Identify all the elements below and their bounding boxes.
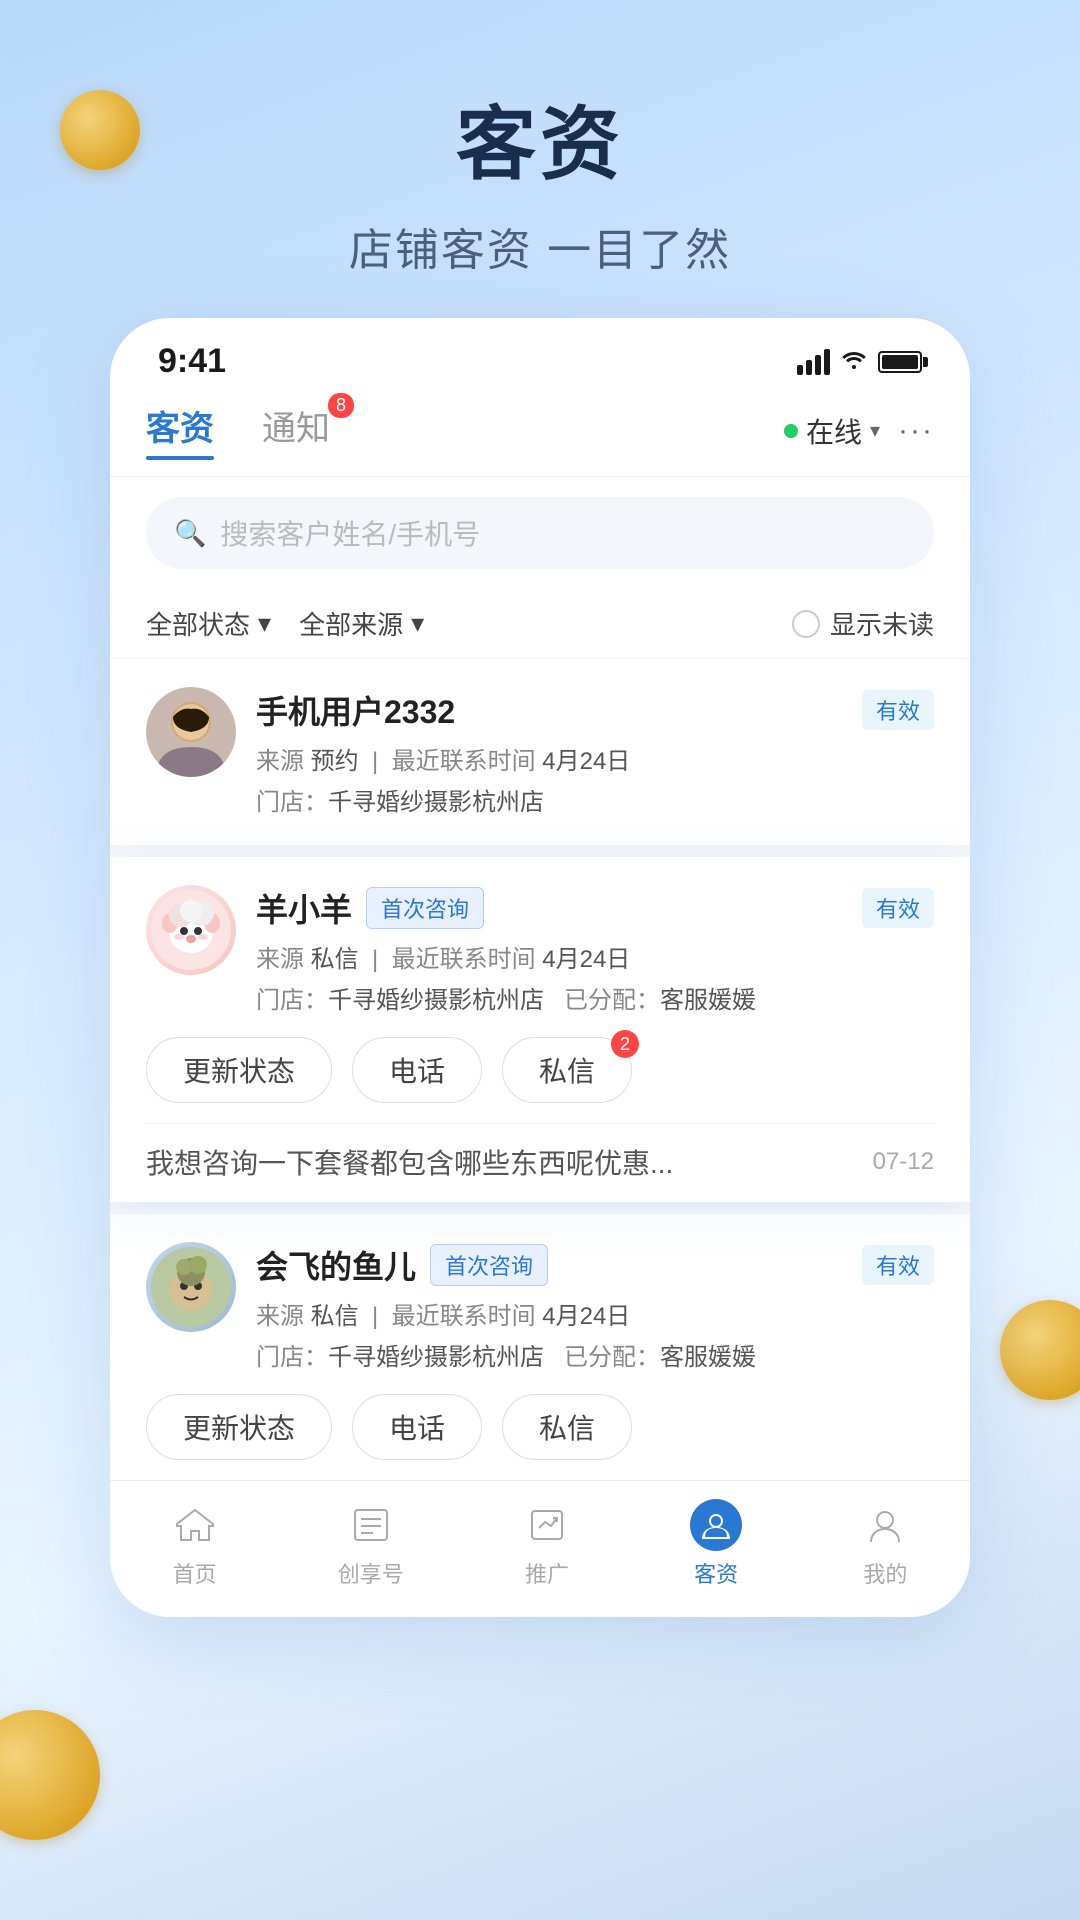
nav-label-home: 首页 — [173, 1557, 217, 1589]
avatar-1 — [146, 687, 236, 777]
message-time-2: 07-12 — [873, 1148, 934, 1176]
private-message-button-3[interactable]: 私信 — [502, 1394, 632, 1460]
customer-status-tag-2: 有效 — [862, 888, 934, 928]
signal-bar-3 — [815, 355, 821, 375]
search-icon: 🔍 — [174, 518, 206, 549]
notification-badge: 8 — [328, 393, 354, 418]
customer-info-2: 羊小羊 首次咨询 有效 来源 私信 | 最近联系时间 4月24日 门店：千寻婚纱… — [256, 885, 934, 1015]
update-status-button[interactable]: 更新状态 — [146, 1037, 332, 1103]
customer-card-3: 会飞的鱼儿 首次咨询 有效 来源 私信 | 最近联系时间 4月24日 门店：千寻… — [110, 1214, 970, 1480]
signal-bar-1 — [797, 365, 803, 375]
online-status[interactable]: 在线 ▾ — [784, 411, 880, 451]
customer-info-3: 会飞的鱼儿 首次咨询 有效 来源 私信 | 最近联系时间 4月24日 门店：千寻… — [256, 1242, 934, 1372]
customer-store-3: 门店：千寻婚纱摄影杭州店 已分配：客服媛媛 — [256, 1337, 934, 1372]
customer-name-3: 会飞的鱼儿 — [256, 1242, 416, 1288]
customer-header-2: 羊小羊 首次咨询 有效 来源 私信 | 最近联系时间 4月24日 门店：千寻婚纱… — [146, 885, 934, 1015]
nav-item-home[interactable]: 首页 — [169, 1499, 221, 1589]
nav-item-promotion[interactable]: 推广 — [521, 1499, 573, 1589]
battery-icon — [878, 351, 922, 373]
action-buttons-3: 更新状态 电话 私信 — [146, 1394, 934, 1460]
page-subtitle: 店铺客资 一目了然 — [0, 214, 1080, 278]
chevron-status-icon: ▾ — [258, 608, 271, 639]
tab-customer-info[interactable]: 客资 — [146, 401, 214, 460]
status-time: 9:41 — [158, 342, 226, 381]
signal-bar-2 — [806, 360, 812, 375]
customer-name-row-3: 会飞的鱼儿 首次咨询 有效 — [256, 1242, 934, 1288]
nav-right-section: 在线 ▾ ··· — [784, 411, 934, 451]
gold-ball-bottom-left — [0, 1710, 100, 1840]
nav-label-create: 创享号 — [338, 1557, 404, 1589]
nav-label-customer: 客资 — [694, 1557, 738, 1589]
signal-bar-4 — [824, 349, 830, 375]
customer-name-2: 羊小羊 — [256, 885, 352, 931]
home-icon — [169, 1499, 221, 1551]
customer-name-row-1: 手机用户2332 有效 — [256, 687, 934, 733]
avatar-2 — [146, 885, 236, 975]
customer-meta-3: 来源 私信 | 最近联系时间 4月24日 — [256, 1296, 934, 1331]
mine-icon — [859, 1499, 911, 1551]
source-filter-button[interactable]: 全部来源 ▾ — [299, 605, 424, 642]
customer-card-2: 羊小羊 首次咨询 有效 来源 私信 | 最近联系时间 4月24日 门店：千寻婚纱… — [110, 857, 970, 1202]
nav-item-customer[interactable]: 客资 — [690, 1499, 742, 1589]
status-bar: 9:41 — [110, 318, 970, 391]
signal-bars-icon — [797, 349, 830, 375]
phone-mockup: 9:41 — [110, 318, 970, 1617]
wifi-icon — [840, 346, 868, 377]
customer-header-3: 会飞的鱼儿 首次咨询 有效 来源 私信 | 最近联系时间 4月24日 门店：千寻… — [146, 1242, 934, 1372]
unread-radio-icon — [792, 610, 820, 638]
customer-store-2: 门店：千寻婚纱摄影杭州店 已分配：客服媛媛 — [256, 980, 934, 1015]
nav-item-mine[interactable]: 我的 — [859, 1499, 911, 1589]
customer-icon — [690, 1499, 742, 1551]
message-preview-2: 我想咨询一下套餐都包含哪些东西呢优惠... 07-12 — [146, 1123, 934, 1182]
action-buttons-2: 更新状态 电话 私信 2 — [146, 1037, 934, 1103]
customer-first-tag-2: 首次咨询 — [366, 887, 484, 929]
search-bar[interactable]: 🔍 搜索客户姓名/手机号 — [146, 497, 934, 569]
header-section: 客资 店铺客资 一目了然 — [0, 0, 1080, 318]
customer-name-1: 手机用户2332 — [256, 687, 455, 733]
customer-header-1: 手机用户2332 有效 来源 预约 | 最近联系时间 4月24日 门店：千寻婚纱… — [146, 687, 934, 817]
gold-ball-mid-right — [1000, 1300, 1080, 1400]
search-bar-wrap: 🔍 搜索客户姓名/手机号 — [110, 477, 970, 589]
filters-row: 全部状态 ▾ 全部来源 ▾ 显示未读 — [110, 589, 970, 659]
customer-meta-1: 来源 预约 | 最近联系时间 4月24日 — [256, 741, 934, 776]
update-status-button-3[interactable]: 更新状态 — [146, 1394, 332, 1460]
customer-status-tag-3: 有效 — [862, 1245, 934, 1285]
phone-inner: 9:41 — [110, 318, 970, 1617]
nav-tabs: 客资 通知 8 在线 ▾ ··· — [110, 391, 970, 477]
customer-name-row-2: 羊小羊 首次咨询 有效 — [256, 885, 934, 931]
create-icon — [345, 1499, 397, 1551]
online-dot-icon — [784, 424, 798, 438]
chevron-source-icon: ▾ — [411, 608, 424, 639]
phone-button[interactable]: 电话 — [352, 1037, 482, 1103]
battery-fill — [882, 355, 918, 369]
customer-list: 手机用户2332 有效 来源 预约 | 最近联系时间 4月24日 门店：千寻婚纱… — [110, 659, 970, 1480]
promotion-icon — [521, 1499, 573, 1551]
nav-label-promotion: 推广 — [525, 1557, 569, 1589]
customer-status-tag-1: 有效 — [862, 690, 934, 730]
bottom-navigation: 首页 创享号 — [110, 1480, 970, 1617]
nav-label-mine: 我的 — [863, 1557, 907, 1589]
customer-info-1: 手机用户2332 有效 来源 预约 | 最近联系时间 4月24日 门店：千寻婚纱… — [256, 687, 934, 817]
customer-meta-2: 来源 私信 | 最近联系时间 4月24日 — [256, 939, 934, 974]
more-options-button[interactable]: ··· — [898, 414, 934, 448]
message-text-2: 我想咨询一下套餐都包含哪些东西呢优惠... — [146, 1142, 853, 1182]
unread-filter[interactable]: 显示未读 — [792, 605, 934, 642]
avatar-3 — [146, 1242, 236, 1332]
chevron-down-icon: ▾ — [870, 418, 880, 443]
search-input[interactable]: 搜索客户姓名/手机号 — [220, 513, 480, 553]
private-message-button[interactable]: 私信 2 — [502, 1037, 632, 1103]
customer-store-1: 门店：千寻婚纱摄影杭州店 — [256, 782, 934, 817]
tab-notifications[interactable]: 通知 8 — [262, 401, 330, 460]
nav-item-create[interactable]: 创享号 — [338, 1499, 404, 1589]
page-title: 客资 — [0, 80, 1080, 196]
customer-first-tag-3: 首次咨询 — [430, 1244, 548, 1286]
phone-button-3[interactable]: 电话 — [352, 1394, 482, 1460]
private-message-badge: 2 — [611, 1030, 639, 1058]
status-filter-button[interactable]: 全部状态 ▾ — [146, 605, 271, 642]
customer-card-1: 手机用户2332 有效 来源 预约 | 最近联系时间 4月24日 门店：千寻婚纱… — [110, 659, 970, 845]
status-icons — [797, 346, 922, 377]
